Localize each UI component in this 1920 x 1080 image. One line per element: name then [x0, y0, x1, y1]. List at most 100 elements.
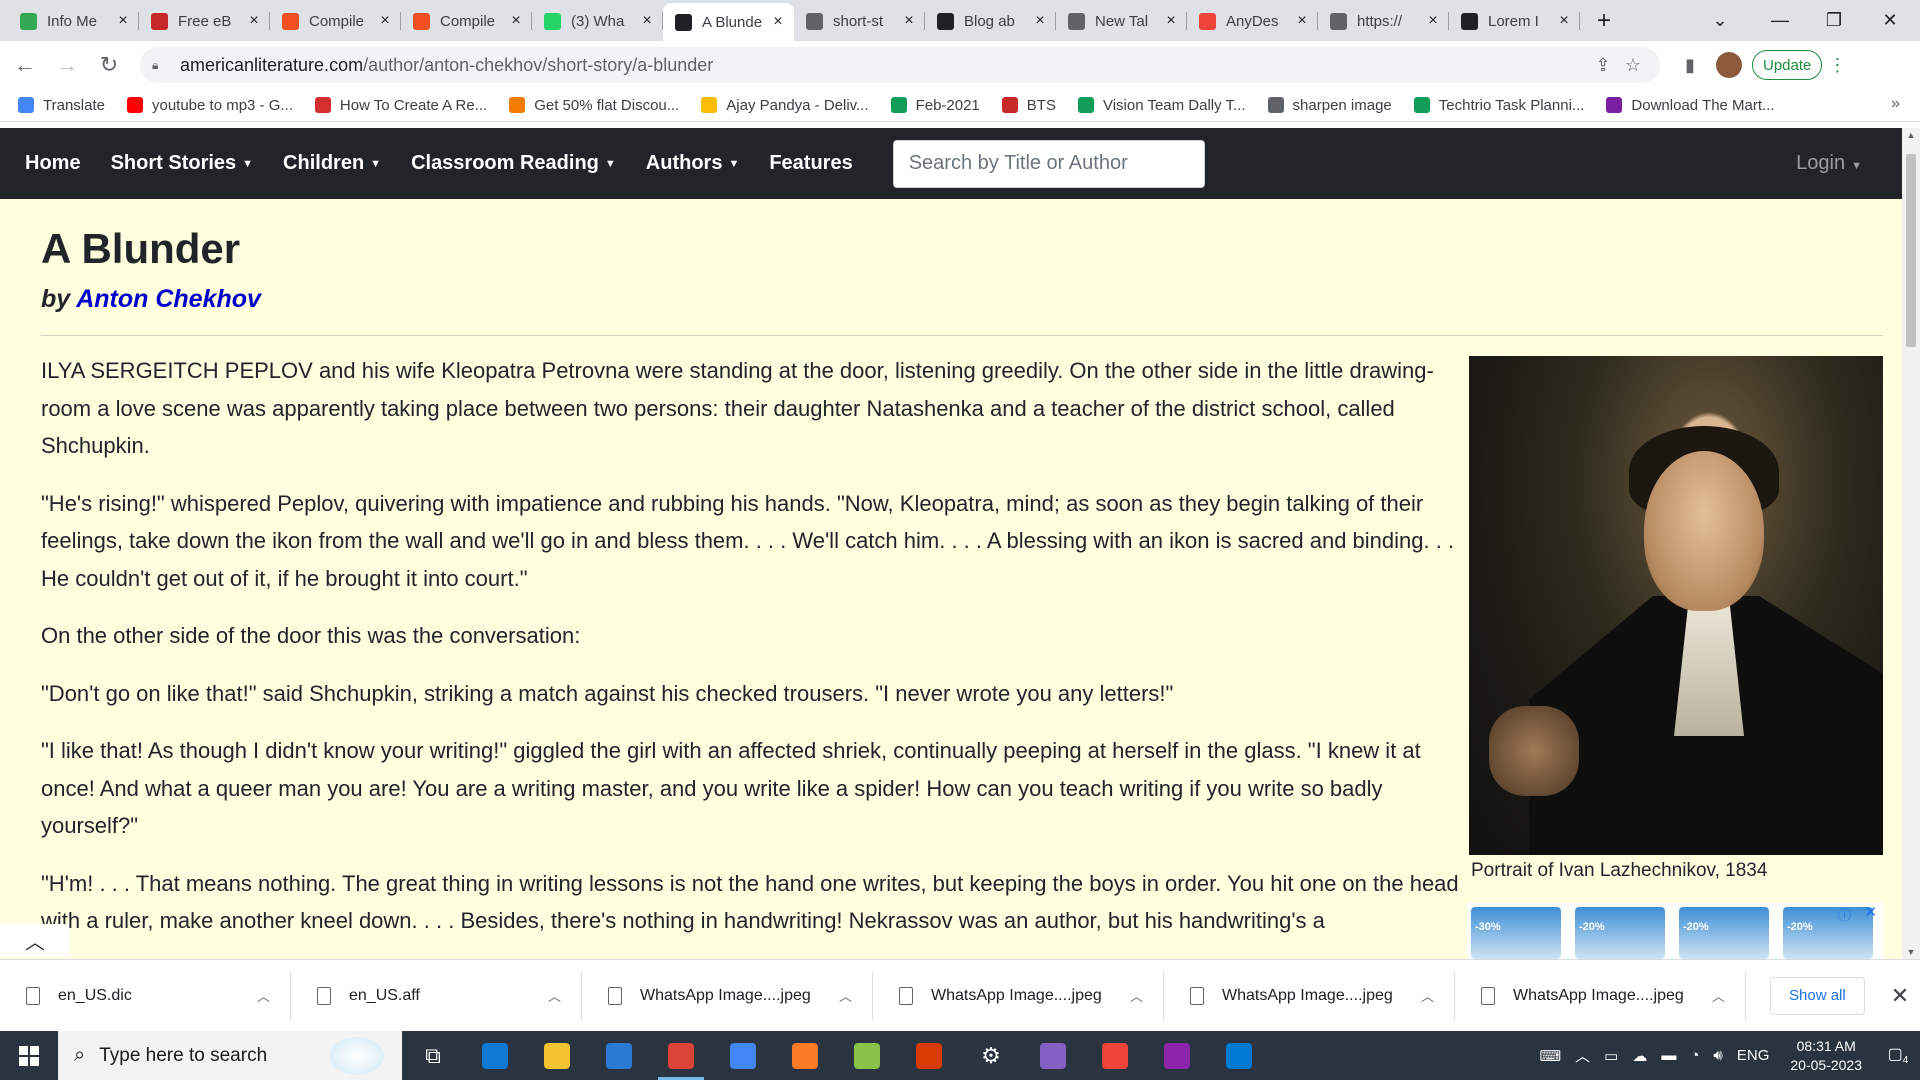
download-item[interactable]: WhatsApp Image....jpeg ︿	[1455, 971, 1746, 1020]
language-indicator[interactable]: ENG	[1737, 1047, 1770, 1064]
close-tab-icon[interactable]: ×	[1032, 12, 1048, 30]
advertisement-banner[interactable]: -30% -20% -20% -20% ⓘ ✕	[1467, 903, 1883, 959]
start-button[interactable]	[0, 1031, 58, 1080]
ad-product-image[interactable]: -20%	[1679, 907, 1769, 959]
page-scrollbar[interactable]: ▲ ▼	[1902, 128, 1920, 959]
share-icon[interactable]: ⇪	[1588, 55, 1618, 76]
ad-product-image[interactable]: -20%	[1783, 907, 1873, 959]
browser-tab[interactable]: Blog ab ×	[925, 4, 1056, 38]
reload-button[interactable]: ↻	[92, 48, 126, 82]
microsoft-store-icon[interactable]	[712, 1031, 774, 1080]
close-tab-icon[interactable]: ×	[1425, 12, 1441, 30]
download-item[interactable]: WhatsApp Image....jpeg ︿	[582, 971, 873, 1020]
onedrive-icon[interactable]: ☁	[1632, 1047, 1647, 1065]
profile-avatar[interactable]	[1716, 52, 1742, 78]
nav-item[interactable]: Children ▼	[283, 152, 381, 175]
ad-close-icon[interactable]: ✕	[1864, 903, 1877, 921]
visual-studio-icon[interactable]	[1022, 1031, 1084, 1080]
browser-tab[interactable]: A Blunde ×	[663, 3, 794, 41]
ad-product-image[interactable]: -20%	[1575, 907, 1665, 959]
bookmark-item[interactable]: Ajay Pandya - Deliv...	[701, 97, 869, 114]
author-link[interactable]: Anton Chekhov	[76, 285, 261, 313]
close-tab-icon[interactable]: ×	[1556, 12, 1572, 30]
forward-button[interactable]: →	[50, 48, 84, 82]
battery-icon[interactable]: ▬	[1661, 1047, 1676, 1064]
browser-tab[interactable]: Free eB ×	[139, 4, 270, 38]
close-tab-icon[interactable]: ×	[508, 12, 524, 30]
site-search-input[interactable]: Search by Title or Author	[892, 139, 1205, 188]
address-bar[interactable]: 🔒︎ americanliterature.com/author/anton-c…	[140, 47, 1660, 83]
chrome-icon[interactable]	[650, 1031, 712, 1080]
chevron-up-icon[interactable]: ︿	[839, 986, 852, 1005]
bookmark-item[interactable]: BTS	[1001, 97, 1056, 114]
bookmark-item[interactable]: Get 50% flat Discou...	[509, 97, 679, 114]
chevron-up-icon[interactable]: ︿	[1130, 986, 1143, 1005]
maximize-button[interactable]: ❐	[1806, 0, 1862, 41]
winrar-icon[interactable]	[1146, 1031, 1208, 1080]
office-icon[interactable]	[898, 1031, 960, 1080]
anydesk-icon[interactable]	[1084, 1031, 1146, 1080]
bookmark-item[interactable]: Feb-2021	[890, 97, 980, 114]
login-dropdown[interactable]: Login ▼	[1796, 152, 1862, 175]
bookmark-item[interactable]: How To Create A Re...	[314, 97, 487, 114]
wifi-icon[interactable]: ◔	[1690, 1047, 1699, 1064]
chevron-up-icon[interactable]: ︿	[548, 986, 561, 1005]
nav-item[interactable]: Classroom Reading ▼	[411, 152, 616, 175]
show-all-downloads-button[interactable]: Show all	[1770, 976, 1865, 1015]
update-button[interactable]: Update	[1752, 50, 1823, 80]
settings-icon[interactable]: ⚙	[960, 1031, 1022, 1080]
tray-chevron-icon[interactable]: ︿	[1575, 1045, 1590, 1066]
close-tab-icon[interactable]: ×	[377, 12, 393, 30]
bookmarks-overflow-icon[interactable]: »	[1891, 95, 1900, 113]
chevron-up-icon[interactable]: ︿	[257, 986, 270, 1005]
close-tab-icon[interactable]: ×	[115, 12, 131, 30]
close-tab-icon[interactable]: ×	[246, 12, 262, 30]
browser-tab[interactable]: AnyDes ×	[1187, 4, 1318, 38]
new-tab-button[interactable]: +	[1586, 4, 1622, 38]
nav-item[interactable]: Authors ▼	[646, 152, 740, 175]
close-tab-icon[interactable]: ×	[1163, 12, 1179, 30]
bookmark-item[interactable]: Vision Team Dally T...	[1077, 97, 1246, 114]
download-item[interactable]: WhatsApp Image....jpeg ︿	[1164, 971, 1455, 1020]
task-view-icon[interactable]: ⧉	[402, 1031, 464, 1080]
lock-icon[interactable]: 🔒︎	[152, 58, 166, 72]
bookmark-item[interactable]: Translate	[18, 97, 105, 114]
browser-tab[interactable]: Lorem I ×	[1449, 4, 1580, 38]
browser-tab[interactable]: Compile ×	[270, 4, 401, 38]
side-panel-icon[interactable]: ▮	[1674, 55, 1706, 76]
chevron-up-icon[interactable]: ︿	[1712, 986, 1725, 1005]
url-text[interactable]: americanliterature.com/author/anton-chek…	[180, 55, 1588, 76]
browser-tab[interactable]: https:// ×	[1318, 4, 1449, 38]
meet-icon[interactable]: ▭	[1604, 1047, 1618, 1065]
browser-tab[interactable]: (3) Wha ×	[532, 4, 663, 38]
bookmark-item[interactable]: Download The Mart...	[1606, 97, 1775, 114]
ad-info-icon[interactable]: ⓘ	[1838, 905, 1851, 924]
edge-icon[interactable]	[464, 1031, 526, 1080]
notepad-plus-icon[interactable]	[836, 1031, 898, 1080]
download-item[interactable]: WhatsApp Image....jpeg ︿	[873, 971, 1164, 1020]
search-highlight-image[interactable]	[330, 1037, 384, 1075]
notification-center-icon[interactable]: ▢4	[1876, 1044, 1920, 1066]
keyboard-icon[interactable]: ⌨	[1539, 1047, 1561, 1065]
browser-tab[interactable]: short-st ×	[794, 4, 925, 38]
chevron-up-icon[interactable]: ︿	[1421, 986, 1434, 1005]
scroll-up-arrow-icon[interactable]: ▲	[1902, 130, 1920, 140]
back-button[interactable]: ←	[8, 48, 42, 82]
nav-item[interactable]: Home	[25, 152, 81, 175]
browser-tab[interactable]: New Tal ×	[1056, 4, 1187, 38]
bookmark-item[interactable]: youtube to mp3 - G...	[126, 97, 293, 114]
clock[interactable]: 08:31 AM 20-05-2023	[1790, 1037, 1862, 1075]
taskbar-search-box[interactable]: ⌕ Type here to search	[58, 1031, 402, 1080]
collapse-chevron-icon[interactable]: ︿	[0, 924, 70, 957]
close-tab-icon[interactable]: ×	[770, 13, 786, 31]
bookmark-item[interactable]: sharpen image	[1267, 97, 1392, 114]
nav-item[interactable]: Features	[769, 152, 852, 175]
file-explorer-icon[interactable]	[526, 1031, 588, 1080]
close-downloads-bar-icon[interactable]: ✕	[1891, 983, 1909, 1009]
scrollbar-thumb[interactable]	[1906, 154, 1916, 347]
nav-item[interactable]: Short Stories ▼	[111, 152, 253, 175]
bookmark-item[interactable]: Techtrio Task Planni...	[1413, 97, 1584, 114]
download-item[interactable]: en_US.aff ︿	[291, 971, 582, 1020]
more-menu-icon[interactable]: ⋮	[1828, 55, 1846, 76]
download-item[interactable]: en_US.dic ︿	[0, 971, 291, 1020]
